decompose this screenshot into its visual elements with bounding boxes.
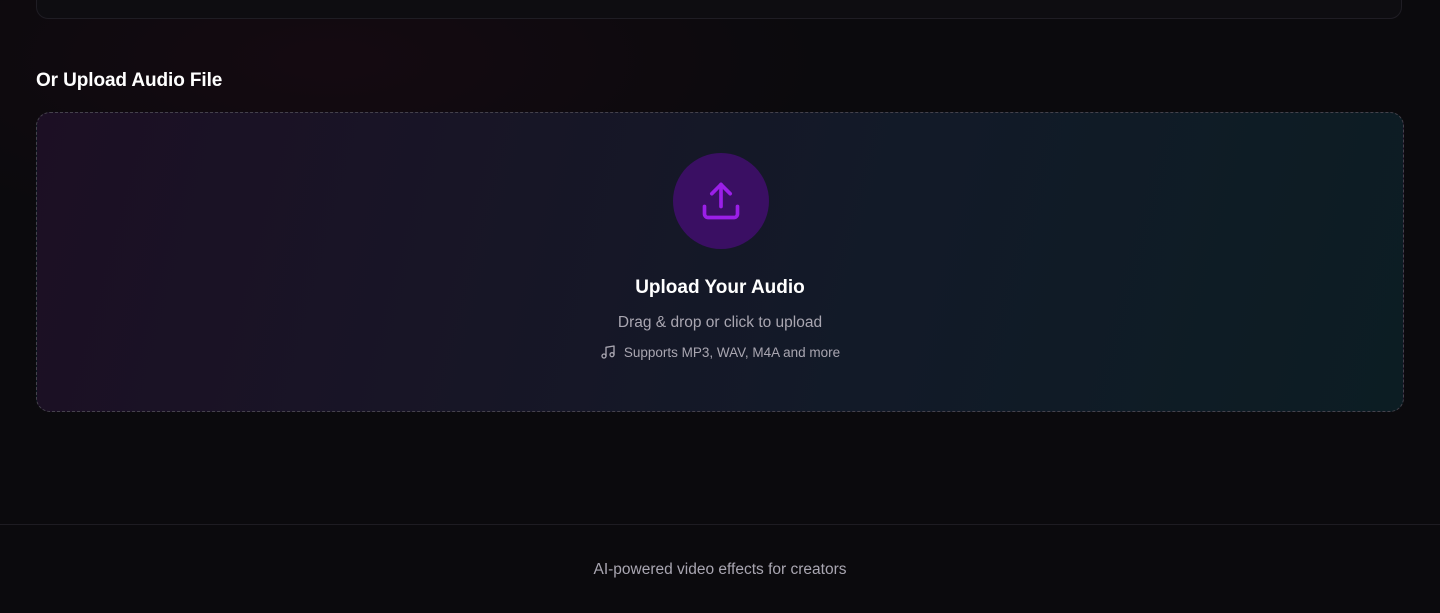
audio-upload-dropzone[interactable]: Upload Your Audio Drag & drop or click t… [36, 112, 1404, 412]
page: Or Upload Audio File Upload Your Audio D… [0, 0, 1440, 613]
music-note-icon [601, 345, 615, 359]
supported-formats: Supports MP3, WAV, M4A and more [37, 344, 1403, 360]
upload-icon-circle [673, 153, 769, 249]
section-title: Or Upload Audio File [36, 70, 223, 91]
footer: AI-powered video effects for creators [0, 524, 1440, 613]
upload-instruction: Drag & drop or click to upload [617, 314, 823, 331]
upload-heading: Upload Your Audio [635, 277, 805, 298]
upload-icon [702, 182, 740, 220]
footer-tagline: AI-powered video effects for creators [593, 561, 847, 578]
supported-formats-text: Supports MP3, WAV, M4A and more [623, 344, 841, 360]
previous-section-card [36, 0, 1402, 19]
